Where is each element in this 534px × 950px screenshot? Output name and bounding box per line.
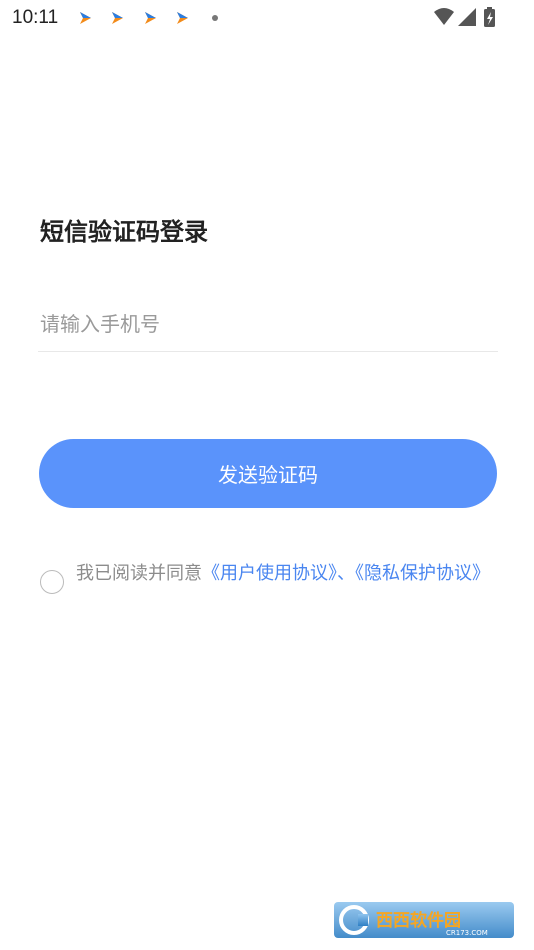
app-notification-icon [177, 12, 188, 24]
battery-charging-icon [484, 7, 495, 27]
agreement-text: 我已阅读并同意《用户使用协议》、《隐私保护协议》 [76, 562, 506, 586]
app-notification-icon [145, 12, 156, 24]
status-bar: 10:11 [0, 0, 534, 36]
send-code-button[interactable]: 发送验证码 [39, 439, 497, 508]
app-notification-icon [112, 12, 123, 24]
page-title: 短信验证码登录 [40, 218, 208, 246]
agreement-separator: 、 [337, 563, 355, 584]
app-notification-icon [80, 12, 91, 24]
watermark-domain: CR173.COM [446, 929, 488, 937]
user-agreement-link[interactable]: 《用户使用协议》 [202, 563, 337, 584]
watermark-logo: 西西软件园 CR173.COM [334, 902, 514, 938]
wifi-icon [434, 8, 454, 25]
privacy-policy-link[interactable]: 《隐私保护协议》 [355, 563, 490, 584]
watermark-brand: 西西软件园 [376, 910, 461, 931]
agree-checkbox[interactable] [40, 570, 64, 594]
phone-number-input[interactable] [38, 296, 498, 352]
status-time: 10:11 [12, 7, 59, 28]
signal-icon [458, 8, 476, 26]
agreement-prefix: 我已阅读并同意 [76, 563, 202, 584]
system-status-icons [434, 7, 495, 27]
more-notifications-icon [212, 15, 218, 21]
